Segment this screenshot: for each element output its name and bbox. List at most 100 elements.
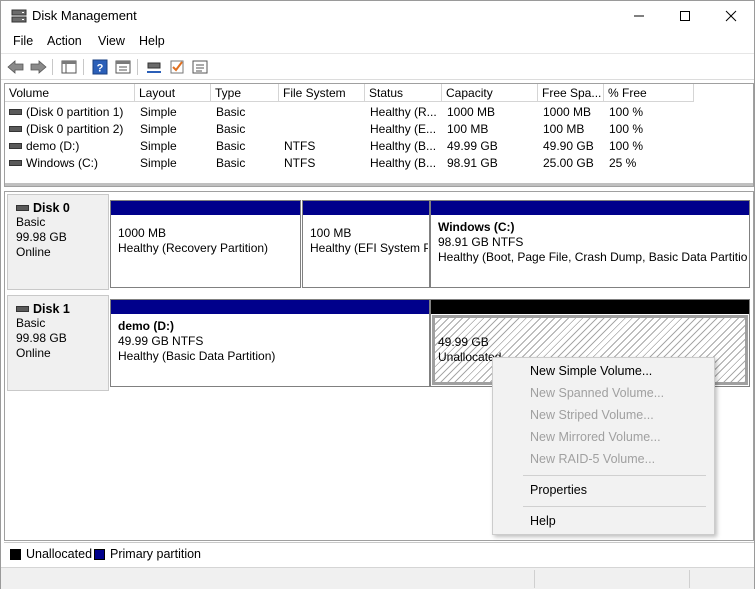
minimize-button[interactable] xyxy=(616,1,662,31)
volume-type: Basic xyxy=(216,139,246,153)
partition-status: Healthy (Basic Data Partition) xyxy=(118,349,276,363)
volume-drive-icon xyxy=(9,159,22,166)
partition-name: Windows (C:) xyxy=(438,220,515,234)
properties-button[interactable] xyxy=(113,58,133,76)
disk-icon xyxy=(16,305,29,312)
maximize-button[interactable] xyxy=(662,1,708,31)
volume-drive-icon xyxy=(9,142,22,149)
title-bar: Disk Management xyxy=(1,1,754,31)
settings-list-icon xyxy=(192,60,208,74)
column-header-percent-free[interactable]: % Free xyxy=(604,84,694,102)
volume-percent-free: 100 % xyxy=(609,105,644,119)
disk-1-label[interactable]: Disk 1 Basic 99.98 GB Online xyxy=(7,295,109,391)
status-bar xyxy=(1,567,754,589)
partition-windows-c[interactable]: Windows (C:) 98.91 GB NTFS Healthy (Boot… xyxy=(430,200,750,288)
partition-size: 49.99 GB NTFS xyxy=(118,334,204,348)
help-icon: ? xyxy=(92,59,108,75)
forward-button[interactable] xyxy=(28,58,48,76)
check-icon xyxy=(170,60,184,74)
volume-free-space: 25.00 GB xyxy=(543,156,594,170)
volume-layout: Simple xyxy=(140,105,177,119)
volume-row[interactable]: (Disk 0 partition 2) Simple Basic Health… xyxy=(5,121,753,138)
column-header-free-space[interactable]: Free Spa... xyxy=(538,84,604,102)
menu-bar: File Action View Help xyxy=(1,31,754,52)
menu-help[interactable]: Help xyxy=(139,34,165,48)
volume-list-scrollbar[interactable] xyxy=(5,183,753,186)
partition-status: Healthy (Boot, Page File, Crash Dump, Ba… xyxy=(438,250,748,264)
back-button[interactable] xyxy=(6,58,26,76)
partition-recovery[interactable]: 1000 MB Healthy (Recovery Partition) xyxy=(110,200,301,288)
disk-state: Online xyxy=(16,245,51,259)
show-hide-console-tree-button[interactable] xyxy=(59,58,79,76)
partition-size: 49.99 GB xyxy=(438,335,489,349)
volume-percent-free: 25 % xyxy=(609,156,637,170)
volume-type: Basic xyxy=(216,122,246,136)
disk-size: 99.98 GB xyxy=(16,331,67,345)
unallocated-bar xyxy=(431,300,749,314)
partition-size: 98.91 GB NTFS xyxy=(438,235,524,249)
volume-type: Basic xyxy=(216,105,246,119)
menu-view[interactable]: View xyxy=(98,34,125,48)
volume-name: (Disk 0 partition 1) xyxy=(26,105,124,119)
legend-primary-partition: Primary partition xyxy=(110,547,201,561)
volume-row[interactable]: demo (D:) Simple Basic NTFS Healthy (B..… xyxy=(5,138,753,155)
column-header-file-system[interactable]: File System xyxy=(279,84,365,102)
volume-capacity: 49.99 GB xyxy=(447,139,498,153)
context-menu-separator xyxy=(523,475,706,476)
settings-list-button[interactable] xyxy=(190,58,210,76)
volume-layout: Simple xyxy=(140,122,177,136)
volume-name: demo (D:) xyxy=(26,139,80,153)
forward-arrow-icon xyxy=(30,60,47,74)
ctx-new-mirrored-volume: New Mirrored Volume... xyxy=(530,430,661,444)
column-header-type[interactable]: Type xyxy=(211,84,279,102)
ctx-new-simple-volume[interactable]: New Simple Volume... xyxy=(494,361,713,381)
column-header-capacity[interactable]: Capacity xyxy=(442,84,538,102)
volume-name: Windows (C:) xyxy=(26,156,99,170)
context-menu: New Simple Volume... New Spanned Volume.… xyxy=(492,357,715,535)
toolbar-separator xyxy=(137,59,138,75)
partition-size: 1000 MB xyxy=(118,226,167,240)
volume-row[interactable]: Windows (C:) Simple Basic NTFS Healthy (… xyxy=(5,155,753,172)
minimize-icon xyxy=(634,15,644,17)
volume-drive-icon xyxy=(9,108,22,115)
console-tree-icon xyxy=(61,60,77,74)
partition-size: 100 MB xyxy=(310,226,352,240)
status-pane xyxy=(689,570,690,588)
close-button[interactable] xyxy=(708,1,754,31)
column-header-status[interactable]: Status xyxy=(365,84,442,102)
disk-0-label[interactable]: Disk 0 Basic 99.98 GB Online xyxy=(7,194,109,290)
volume-drive-icon xyxy=(9,125,22,132)
disk-management-app-icon xyxy=(11,9,27,23)
disk-name: Disk 1 xyxy=(33,302,70,316)
toolbar-separator xyxy=(52,59,53,75)
volume-capacity: 98.91 GB xyxy=(447,156,498,170)
volume-status: Healthy (R... xyxy=(370,105,437,119)
ctx-new-raid5-volume: New RAID-5 Volume... xyxy=(530,452,656,466)
partition-efi[interactable]: 100 MB Healthy (EFI System P xyxy=(302,200,430,288)
menu-file[interactable]: File xyxy=(13,34,33,48)
partition-status: Healthy (EFI System P xyxy=(310,241,428,255)
volume-type: Basic xyxy=(216,156,246,170)
column-header-layout[interactable]: Layout xyxy=(135,84,211,102)
volume-row[interactable]: (Disk 0 partition 1) Simple Basic Health… xyxy=(5,104,753,121)
partition-demo-d[interactable]: demo (D:) 49.99 GB NTFS Healthy (Basic D… xyxy=(110,299,430,387)
ctx-properties[interactable]: Properties xyxy=(494,480,713,500)
partition-status: Healthy (Recovery Partition) xyxy=(118,241,269,255)
disk-size: 99.98 GB xyxy=(16,230,67,244)
menu-action[interactable]: Action xyxy=(47,34,82,48)
volume-free-space: 49.90 GB xyxy=(543,139,594,153)
disk-type: Basic xyxy=(16,215,46,229)
volume-file-system: NTFS xyxy=(284,156,316,170)
volume-list: Volume Layout Type File System Status Ca… xyxy=(4,83,754,187)
unallocated-swatch xyxy=(10,549,21,560)
volume-percent-free: 100 % xyxy=(609,122,644,136)
rescan-button[interactable] xyxy=(167,58,187,76)
disk-state: Online xyxy=(16,346,51,360)
column-header-volume[interactable]: Volume xyxy=(5,84,135,102)
ctx-help[interactable]: Help xyxy=(494,511,713,531)
connect-button[interactable] xyxy=(144,58,164,76)
help-button[interactable]: ? xyxy=(90,58,110,76)
primary-partition-bar xyxy=(303,201,429,215)
ctx-new-striped-volume: New Striped Volume... xyxy=(530,408,654,422)
ctx-new-spanned-volume: New Spanned Volume... xyxy=(530,386,665,400)
